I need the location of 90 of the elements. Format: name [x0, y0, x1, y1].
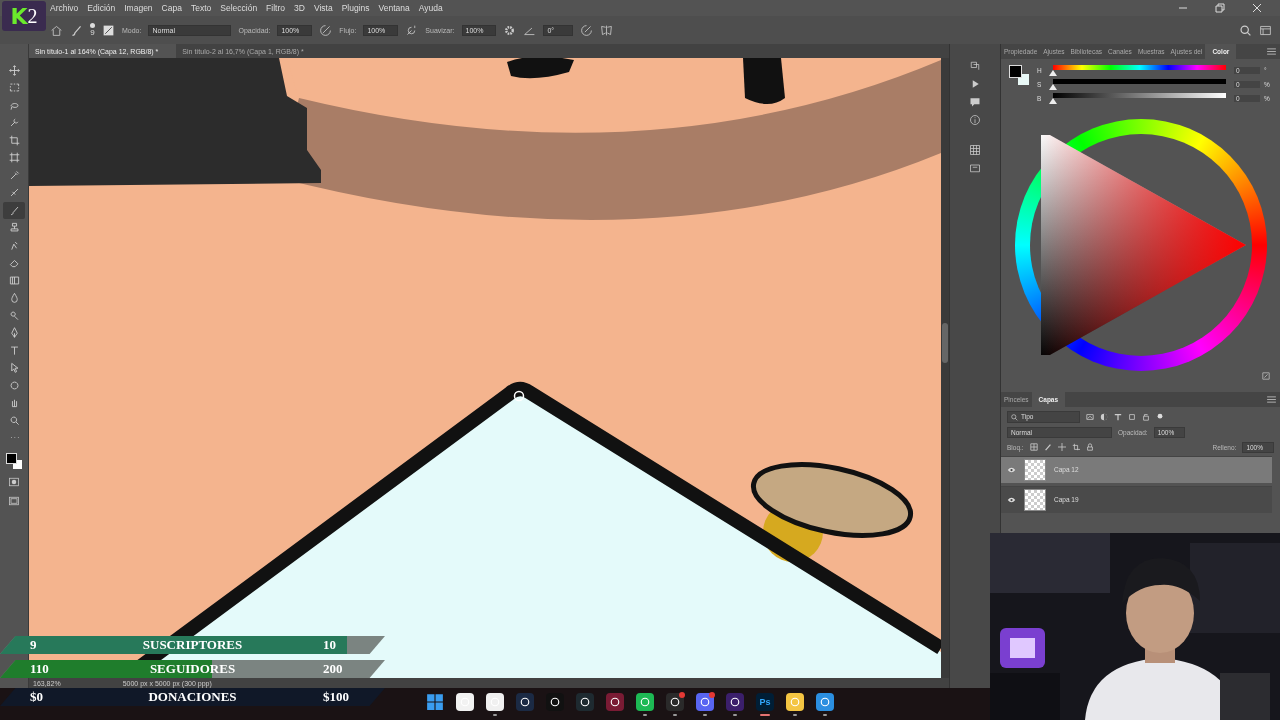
brush-tool[interactable] [3, 202, 25, 219]
frame-tool-icon[interactable] [8, 152, 20, 164]
brush-icon[interactable] [70, 23, 83, 37]
symmetry-icon[interactable] [600, 23, 614, 37]
menu-icon[interactable] [1267, 48, 1276, 55]
type-tool-icon[interactable] [8, 344, 20, 356]
menu-item[interactable]: Ayuda [418, 3, 443, 13]
layer-thumbnail [1024, 488, 1046, 511]
brush-panel-icon[interactable] [102, 23, 115, 37]
menu-item[interactable]: Vista [313, 3, 333, 13]
ring-icon[interactable] [729, 695, 741, 708]
search-icon[interactable] [1239, 23, 1252, 37]
marquee-tool-icon[interactable] [8, 82, 20, 94]
workspace-icon[interactable] [1259, 23, 1272, 37]
quick-tool-icon[interactable] [8, 117, 20, 129]
expand-icon[interactable] [1262, 372, 1270, 380]
pen-tool-icon[interactable] [8, 327, 20, 339]
blur-tool-icon[interactable] [8, 292, 20, 304]
goal-target: 200 [322, 661, 344, 677]
smart-object-filter-icon[interactable] [1142, 412, 1150, 421]
goal-target: $100 [322, 689, 350, 705]
artboard-lock-icon[interactable] [1071, 443, 1080, 452]
menu-icon[interactable] [1267, 396, 1276, 403]
info-icon[interactable] [969, 114, 981, 126]
menu-item[interactable]: Archivo [50, 3, 79, 13]
goal-current: $0 [29, 689, 44, 705]
goal-label: DONACIONES [147, 689, 238, 705]
layer-thumbnail [1024, 458, 1046, 481]
color-swatches[interactable] [6, 453, 22, 469]
menu-item[interactable]: Texto [190, 3, 212, 13]
text-filter-icon[interactable] [1114, 412, 1122, 421]
history-panel-icon[interactable] [969, 60, 981, 72]
scrollbar-thumb[interactable] [942, 323, 948, 363]
lock-icon[interactable] [1085, 443, 1094, 452]
move-lock-icon[interactable] [1057, 443, 1066, 452]
home-icon[interactable] [50, 23, 63, 37]
image-filter-icon[interactable] [1086, 412, 1094, 421]
shape-filter-icon[interactable] [1128, 412, 1136, 421]
zoom-tool-icon[interactable] [8, 414, 20, 426]
taskbar-button[interactable]: Ps [752, 690, 778, 718]
goal-label: SEGUIDORES [148, 661, 237, 677]
menu-item[interactable]: Capa [161, 3, 182, 13]
menu-item[interactable]: Edición [87, 3, 116, 13]
color-swatches[interactable] [1009, 65, 1029, 85]
crop-tool-icon[interactable] [8, 134, 20, 146]
goal-target: 10 [322, 637, 337, 653]
eye-icon[interactable] [1007, 496, 1016, 503]
dodge-tool-icon[interactable] [8, 309, 20, 321]
four-squares-icon[interactable] [426, 692, 444, 711]
slider-thumb[interactable] [1049, 98, 1057, 104]
settings-icon[interactable] [503, 23, 517, 37]
stamp-tool-icon[interactable] [8, 222, 20, 234]
gradient-tool-icon[interactable] [8, 274, 20, 286]
goal-label: SUSCRIPTORES [141, 637, 244, 653]
comment-icon[interactable] [969, 96, 981, 108]
shape-tool-icon[interactable] [8, 379, 20, 391]
brush-preset-picker[interactable]: 9 [90, 23, 95, 37]
menu-item[interactable]: Plugins [341, 3, 370, 13]
menu-item[interactable]: Imagen [124, 3, 153, 13]
ring-icon[interactable] [549, 695, 561, 708]
adjustment-filter-icon[interactable] [1100, 412, 1108, 421]
quick-mask-icon[interactable] [8, 476, 20, 488]
history-tool-icon[interactable] [8, 239, 20, 251]
screen-mode-icon[interactable] [8, 495, 20, 507]
brush-lock-icon[interactable] [1043, 443, 1052, 452]
eyedropper-tool-icon[interactable] [8, 169, 20, 181]
filter-toggle-icon[interactable] [1156, 412, 1164, 421]
brush-tool-icon[interactable] [8, 204, 20, 216]
menu-item[interactable]: Selección [220, 3, 258, 13]
close-icon[interactable] [1252, 3, 1262, 13]
goal-current: 110 [29, 661, 50, 677]
eye-icon[interactable] [1007, 466, 1016, 473]
ring-icon[interactable] [579, 695, 591, 708]
eraser-tool-icon[interactable] [8, 257, 20, 269]
restore-icon[interactable] [1215, 3, 1225, 13]
select-tool-icon[interactable] [8, 362, 20, 374]
menu-item[interactable]: Ventana [378, 3, 410, 13]
ring-icon[interactable] [669, 695, 681, 708]
search-icon [1011, 413, 1018, 421]
lock-pixels-icon[interactable] [1029, 443, 1038, 452]
menu-item[interactable]: 3D [294, 3, 305, 13]
ring-icon[interactable] [609, 695, 621, 708]
menu-item[interactable]: Filtro [266, 3, 285, 13]
goal-current: 9 [29, 637, 38, 653]
layers-icon[interactable] [969, 162, 981, 174]
channel-logo: K2 [2, 1, 46, 31]
healing-tool-icon[interactable] [8, 187, 20, 199]
move-tool-icon[interactable] [8, 64, 20, 76]
ring-icon[interactable] [519, 695, 531, 708]
grid-icon[interactable] [969, 144, 981, 156]
